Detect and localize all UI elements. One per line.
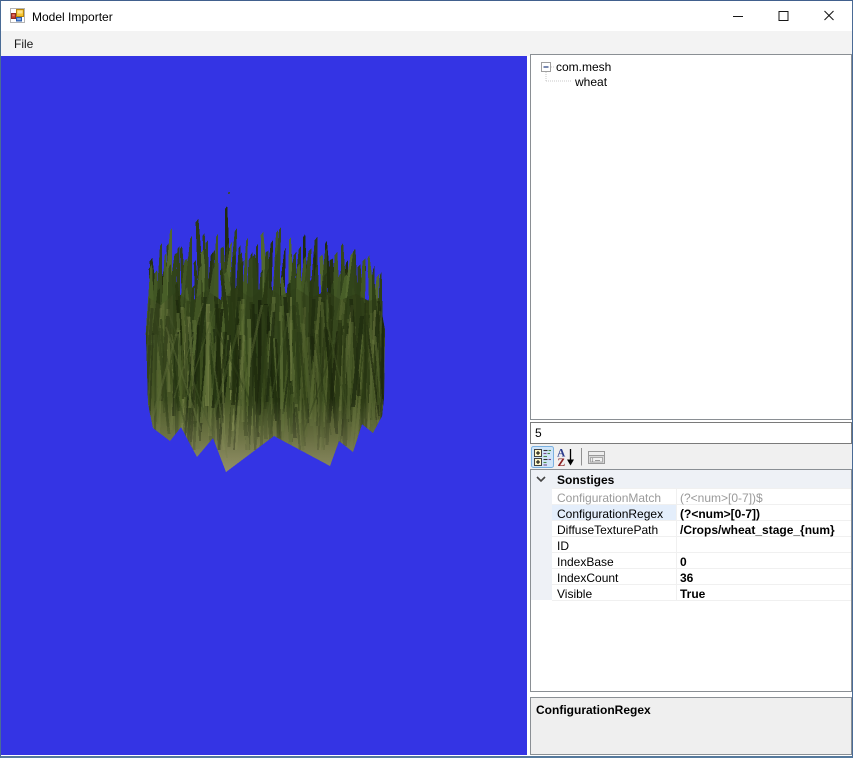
svg-text:Z: Z	[558, 457, 566, 469]
